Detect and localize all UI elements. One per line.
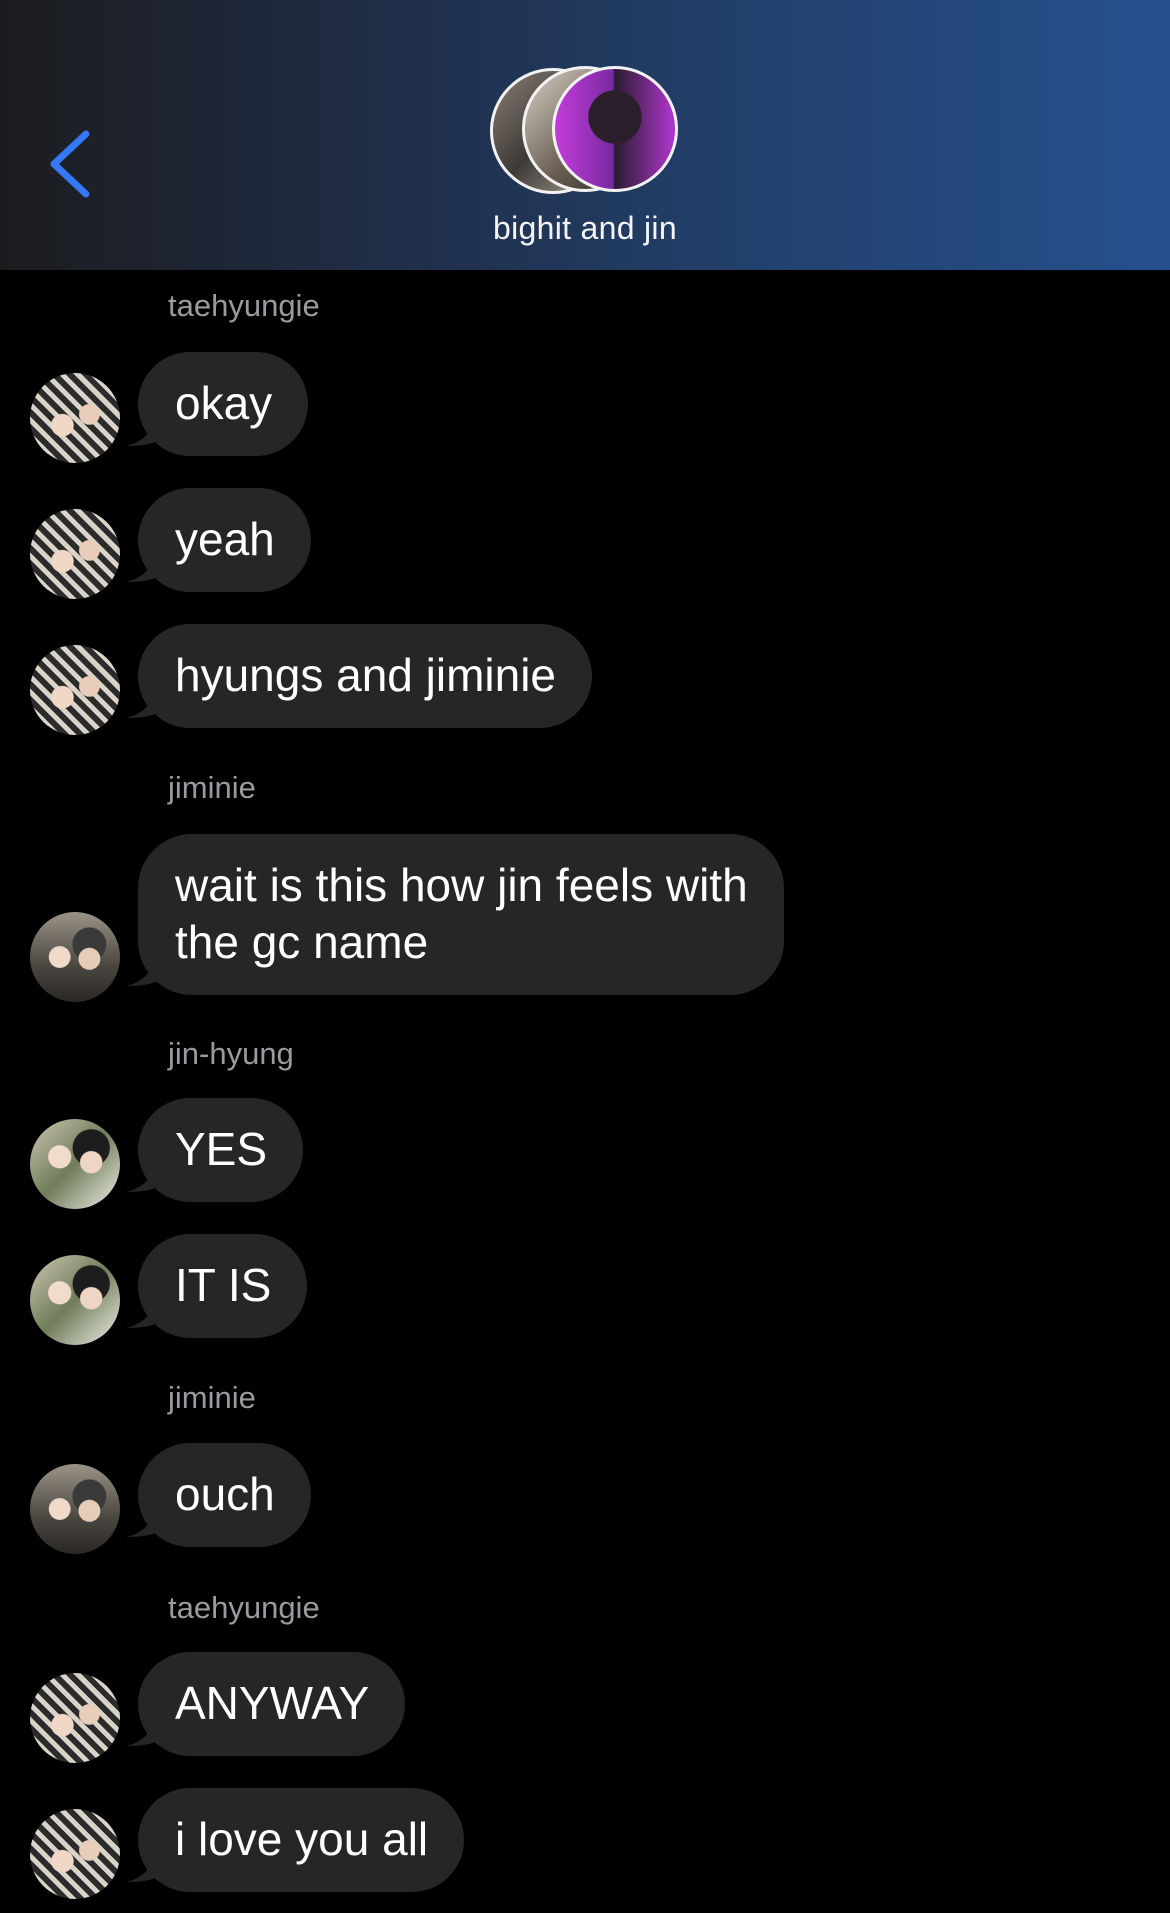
jiminie-avatar[interactable]: [30, 912, 120, 1002]
jin-hyung-avatar[interactable]: [30, 1255, 120, 1345]
message-bubble[interactable]: hyungs and jiminie: [138, 624, 593, 728]
message-bubble[interactable]: ouch: [138, 1443, 311, 1547]
message-bubble[interactable]: YES: [138, 1098, 304, 1202]
group-title[interactable]: bighit and jin: [0, 210, 1170, 247]
message-bubble[interactable]: ANYWAY: [138, 1652, 406, 1756]
sender-name: jiminie: [168, 1380, 256, 1415]
sender-name: jin-hyung: [168, 1036, 294, 1071]
message-bubble[interactable]: okay: [138, 352, 309, 456]
chat-header: bighit and jin: [0, 0, 1170, 270]
member-photo: [552, 66, 678, 192]
message-bubble[interactable]: i love you all: [138, 1788, 465, 1892]
taehyungie-avatar[interactable]: [30, 509, 120, 599]
taehyungie-avatar[interactable]: [30, 1809, 120, 1899]
back-button[interactable]: [44, 128, 104, 200]
message-bubble[interactable]: IT IS: [138, 1234, 308, 1338]
taehyungie-avatar[interactable]: [30, 373, 120, 463]
group-avatar[interactable]: [490, 66, 680, 196]
taehyungie-avatar[interactable]: [30, 1673, 120, 1763]
sender-name: taehyungie: [168, 1590, 320, 1625]
jiminie-avatar[interactable]: [30, 1464, 120, 1554]
sender-name: jiminie: [168, 770, 256, 805]
sender-name: taehyungie: [168, 288, 320, 323]
message-bubble[interactable]: yeah: [138, 488, 311, 592]
jin-hyung-avatar[interactable]: [30, 1119, 120, 1209]
chevron-left-icon: [50, 130, 90, 198]
message-bubble[interactable]: wait is this how jin feels with the gc n…: [138, 834, 784, 995]
taehyungie-avatar[interactable]: [30, 645, 120, 735]
